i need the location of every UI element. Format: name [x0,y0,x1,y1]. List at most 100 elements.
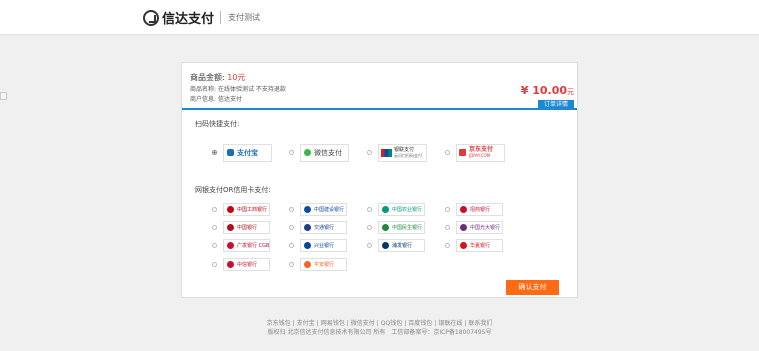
bank-option[interactable]: 中国光大银行 [445,220,503,235]
unionpay-text: 银联支付 云闪付扫码支付 [394,147,422,158]
bank-label: 广发银行 CGB [237,243,270,249]
footer-link[interactable]: 微信支付 [351,320,375,327]
bank-option[interactable]: 平安银行 [289,257,347,272]
bank-option[interactable]: 中国建设银行 [289,202,347,217]
wechat-logo[interactable]: 微信支付 [300,143,349,162]
summary-divider [182,108,577,110]
brand-name: 信达支付 [162,12,215,27]
bank-logo[interactable]: 中国建设银行 [300,203,347,216]
bank-logo[interactable]: 中信银行 [223,258,270,271]
merchant-line: 商户信息: 信达支付 [190,94,242,103]
bank-label: 中国农业银行 [392,207,423,213]
bank-icon [304,224,311,231]
unionpay-icon [381,148,392,157]
bank-radio[interactable] [289,262,294,267]
bank-label: 中国光大银行 [470,225,501,231]
bank-option[interactable]: 中国银行 [212,220,270,235]
bank-option[interactable]: 中国工商银行 [212,202,270,217]
bank-option[interactable]: 广发银行 CGB [212,238,270,253]
bank-radio[interactable] [289,225,294,230]
bank-option[interactable]: 兴业银行 [289,238,347,253]
bank-icon [460,242,467,249]
bank-label: 中国民生银行 [392,225,423,231]
product-value: 在线体验测试 不支持退款 [217,86,286,93]
footer-links: 京东钱包 | 支付宝 | 网易钱包 | 微信支付 | QQ钱包 | 百度钱包 | 银联在线 | 联系我们 [0,318,759,327]
jdpay-logo[interactable]: 京东支付 JDPAY.COM [456,143,505,162]
total-value: ¥ 10.00 [520,84,567,97]
bank-option[interactable]: 中国民生银行 [367,220,425,235]
bank-radio[interactable] [367,207,372,212]
bank-logo[interactable]: 广发银行 CGB [223,239,270,252]
bank-radio[interactable] [367,243,372,248]
bank-logo[interactable]: 中国银行 [223,221,270,234]
order-summary: 商品金额: 10元 商品名称: 在线体验测试 不支持退款 商户信息: 信达支付 … [182,63,577,110]
footer-link[interactable]: 银联在线 [438,320,462,327]
footer-link[interactable]: 联系我们 [468,320,492,327]
bank-icon [227,261,234,268]
bank-option[interactable]: 华夏银行 [445,238,503,253]
bank-label: 浦发银行 [392,243,413,249]
bank-radio[interactable] [367,225,372,230]
amount-value: 10元 [227,73,246,82]
pay-option-jdpay[interactable]: 京东支付 JDPAY.COM [445,143,505,162]
bank-radio[interactable] [445,207,450,212]
bank-option[interactable]: 交通银行 [289,220,347,235]
brand-logo-icon [143,9,159,26]
alipay-label: 支付宝 [237,148,258,157]
footer-link[interactable]: 支付宝 [297,320,315,327]
bank-icon [227,224,234,231]
pay-option-wechat[interactable]: 微信支付 [289,143,349,162]
bank-label: 招商银行 [470,207,491,213]
pay-option-alipay[interactable]: 支付宝 [212,143,272,162]
bank-logo[interactable]: 中国民生银行 [378,221,425,234]
bank-option[interactable]: 招商银行 [445,202,503,217]
bank-option[interactable]: 浦发银行 [367,238,425,253]
footer-link[interactable]: 百度钱包 [408,320,432,327]
bank-logo[interactable]: 交通银行 [300,221,347,234]
bank-logo[interactable]: 招商银行 [456,203,503,216]
header-divider [220,11,222,24]
footer-link[interactable]: 网易钱包 [321,320,345,327]
bank-icon [304,206,311,213]
bank-radio[interactable] [212,225,217,230]
bank-radio[interactable] [212,262,217,267]
bank-logo[interactable]: 华夏银行 [456,239,503,252]
side-tab-icon[interactable] [0,92,7,100]
brand-logo[interactable]: 信达支付 支付测试 [143,8,260,27]
jdpay-icon [459,149,466,156]
bank-section-title: 网银支付OR信用卡支付: [195,186,271,194]
unionpay-sub: 云闪付扫码支付 [394,152,422,158]
bank-radio[interactable] [289,207,294,212]
bank-radio[interactable] [445,243,450,248]
total-unit: 元 [567,88,574,96]
bank-logo[interactable]: 中国光大银行 [456,221,503,234]
footer-separator: | [434,320,437,327]
footer-link[interactable]: QQ钱包 [381,320,402,327]
confirm-pay-button[interactable]: 确认支付 [506,280,559,295]
jdpay-radio[interactable] [445,150,450,155]
unionpay-logo[interactable]: 银联支付 云闪付扫码支付 [378,143,427,162]
bank-radio[interactable] [212,207,217,212]
bank-logo[interactable]: 兴业银行 [300,239,347,252]
bank-radio[interactable] [445,225,450,230]
bank-option[interactable]: 中国农业银行 [367,202,425,217]
bank-icon [460,224,467,231]
bank-radio[interactable] [289,243,294,248]
footer-link[interactable]: 京东钱包 [267,320,291,327]
bank-logo[interactable]: 中国农业银行 [378,203,425,216]
wechat-radio[interactable] [289,150,294,155]
alipay-icon [227,149,234,156]
bank-logo[interactable]: 平安银行 [300,258,347,271]
bank-logo[interactable]: 中国工商银行 [223,203,270,216]
header-subtitle: 支付测试 [228,13,261,22]
amount-label: 商品金额: [190,73,225,82]
total-amount: ¥ 10.00元 [521,79,574,98]
pay-option-unionpay[interactable]: 银联支付 云闪付扫码支付 [367,143,427,162]
alipay-logo[interactable]: 支付宝 [223,143,272,162]
bank-logo[interactable]: 浦发银行 [378,239,425,252]
footer-copyright: 版权归 北京信达支付信息技术有限公司 所有 工信部备案号：京ICP备180074… [267,329,492,336]
bank-radio[interactable] [212,243,217,248]
bank-option[interactable]: 中信银行 [212,257,270,272]
unionpay-radio[interactable] [367,150,372,155]
alipay-radio[interactable] [212,150,217,155]
